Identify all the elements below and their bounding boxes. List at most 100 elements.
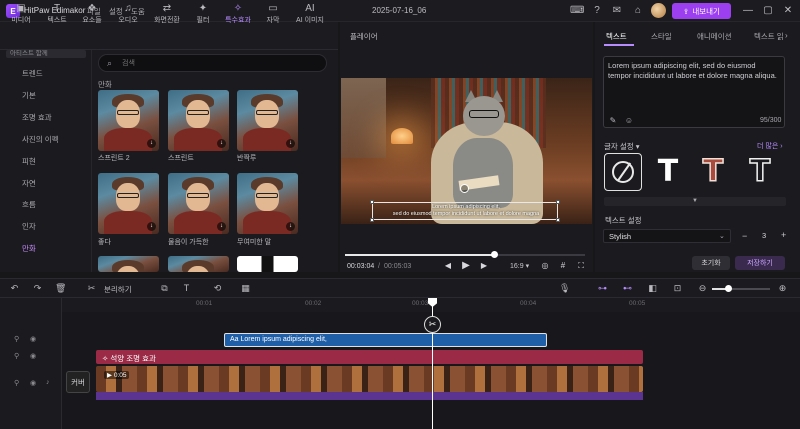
text-content[interactable]: Lorem ipsum adipiscing elit, sed do eius… (608, 61, 780, 81)
download-icon[interactable]: ↓ (147, 139, 156, 148)
preset-outline-t[interactable]: T (741, 153, 779, 191)
scene-icon[interactable]: ▦ (240, 283, 251, 294)
preset-label[interactable]: 글자 설정 ▾ (604, 141, 640, 152)
emoji-icon[interactable]: ☺ (624, 116, 634, 126)
tab-elements[interactable]: ❖ 요소들 (77, 2, 107, 26)
scissor-icon[interactable]: ✂ (424, 316, 441, 333)
save-preset-button[interactable]: 저장하기 (735, 256, 785, 270)
split-icon[interactable]: ✂ (86, 283, 97, 294)
magnet-icon[interactable]: ⊷ (622, 283, 633, 294)
more-presets-link[interactable]: 더 많은 › (757, 141, 783, 151)
resize-handle[interactable] (556, 218, 560, 222)
preset-red-t[interactable]: T (694, 153, 732, 191)
rotate-handle[interactable] (460, 184, 469, 193)
sidebar-item-flow[interactable]: 흐름 (22, 199, 36, 210)
preview-icon[interactable]: ◧ (647, 283, 658, 294)
sidebar-item-particle[interactable]: 인자 (22, 221, 36, 232)
audio-icon[interactable]: ♪ (46, 379, 50, 386)
lock-icon[interactable]: ⚲ (14, 379, 19, 387)
fit-icon[interactable]: ⊡ (672, 283, 683, 294)
sidebar-item-skin[interactable]: 피현 (22, 156, 36, 167)
preset-none[interactable] (604, 153, 642, 191)
maximize-icon[interactable]: ▢ (761, 4, 775, 18)
sidebar-item-photo[interactable]: 사진의 이펙 (22, 134, 59, 145)
download-icon[interactable]: ↓ (147, 222, 156, 231)
tab-media[interactable]: ▣ 미디어 (6, 2, 36, 26)
message-icon[interactable]: ✉ (610, 4, 624, 18)
effect-thumbnail[interactable]: ↓ (237, 173, 298, 234)
undo-icon[interactable]: ↶ (9, 283, 20, 294)
microphone-icon[interactable]: 🎙 (559, 283, 570, 294)
reset-button[interactable]: 초기화 (692, 256, 730, 270)
tab-animation[interactable]: 애니메이션 (697, 31, 732, 42)
avatar[interactable] (651, 3, 666, 18)
lock-icon[interactable]: ⚲ (14, 335, 19, 343)
video-clip[interactable] (96, 366, 643, 392)
effect-clip[interactable] (96, 350, 643, 364)
aspect-ratio-select[interactable]: 16:9 ▾ (510, 262, 529, 270)
prev-frame-icon[interactable]: ◀ (443, 261, 453, 271)
text-frame-icon[interactable]: T (181, 283, 192, 294)
tab-filter[interactable]: ✦ 필터 (190, 2, 216, 26)
minimize-icon[interactable]: — (741, 4, 755, 18)
export-button[interactable]: ⇪ 내보내기 (672, 3, 731, 19)
download-icon[interactable]: ↓ (217, 222, 226, 231)
play-icon[interactable]: ▶ (461, 261, 471, 271)
grid-icon[interactable]: # (558, 261, 568, 271)
visibility-icon[interactable]: ◉ (30, 335, 36, 343)
resize-handle[interactable] (370, 218, 374, 222)
tab-effects[interactable]: ✧ 특수효과 (220, 2, 256, 26)
sidebar-item-trend[interactable]: 트렌드 (22, 68, 43, 79)
tab-audio[interactable]: ♫ 오디오 (113, 2, 143, 26)
visibility-icon[interactable]: ◉ (30, 379, 36, 387)
keyboard-icon[interactable]: ⌨ (570, 4, 584, 18)
zoom-out-icon[interactable]: ⊖ (697, 283, 708, 294)
tab-ai-image[interactable]: AI AI 이미지 (290, 2, 330, 26)
cover-button[interactable]: 커버 (66, 371, 90, 393)
zoom-in-icon[interactable]: ⊕ (777, 283, 788, 294)
effect-thumbnail[interactable] (98, 256, 159, 272)
effect-thumbnail[interactable]: ↓ (98, 90, 159, 151)
tab-subtitle[interactable]: ▭ 자막 (261, 2, 285, 26)
gift-icon[interactable]: ⌂ (631, 4, 645, 18)
lock-icon[interactable]: ⚲ (14, 352, 19, 360)
progress-knob[interactable] (490, 251, 498, 258)
sidebar-item-cartoon[interactable]: 만화 (22, 243, 36, 254)
caption-box[interactable]: Lorem ipsum adipiscing elit, sed do eius… (370, 200, 560, 222)
download-icon[interactable]: ↓ (217, 139, 226, 148)
tab-style[interactable]: 스타일 (651, 31, 672, 42)
tab-transition[interactable]: ⇄ 화면전환 (149, 2, 185, 26)
fullscreen-icon[interactable]: ⛶ (576, 261, 586, 271)
tab-text-to-speech[interactable]: 텍스트 읽 (754, 31, 784, 42)
help-icon[interactable]: ? (590, 4, 604, 18)
effect-thumbnail[interactable]: ↓ (168, 173, 229, 234)
freeze-icon[interactable]: ⟲ (212, 283, 223, 294)
crop-icon[interactable]: ⧉ (159, 283, 170, 294)
snapshot-icon[interactable]: ◎ (540, 261, 550, 271)
visibility-icon[interactable]: ◉ (30, 352, 36, 360)
sidebar-item-nature[interactable]: 자연 (22, 178, 36, 189)
chevron-down-icon[interactable]: ▼ (690, 197, 700, 206)
font-size-value[interactable]: 3 (762, 231, 766, 240)
effect-thumbnail[interactable]: ↓ (98, 173, 159, 234)
effect-thumbnail[interactable]: ↓ (168, 90, 229, 151)
size-increase-button[interactable]: + (781, 230, 786, 240)
download-icon[interactable]: ↓ (286, 139, 295, 148)
magic-icon[interactable]: ✎ (608, 116, 618, 126)
close-icon[interactable]: ✕ (781, 4, 795, 18)
redo-icon[interactable]: ↷ (32, 283, 43, 294)
next-frame-icon[interactable]: ▶ (479, 261, 489, 271)
video-preview[interactable]: Lorem ipsum adipiscing elit, sed do eius… (341, 78, 592, 224)
delete-icon[interactable]: 🗑 (55, 283, 66, 294)
effect-thumbnail[interactable] (168, 256, 229, 272)
preset-white-t[interactable]: T (649, 153, 687, 191)
link-icon[interactable]: ⊶ (597, 283, 608, 294)
tab-text[interactable]: T 텍스트 (42, 2, 72, 26)
search-input[interactable] (122, 58, 312, 68)
split-button[interactable]: 분리하기 (104, 284, 132, 295)
download-icon[interactable]: ↓ (286, 222, 295, 231)
size-decrease-button[interactable]: − (742, 231, 747, 241)
chevron-right-icon[interactable]: › (785, 31, 788, 40)
effect-thumbnail[interactable]: ↓ (237, 90, 298, 151)
sidebar-header[interactable]: 아티스트 함께 (6, 50, 86, 58)
